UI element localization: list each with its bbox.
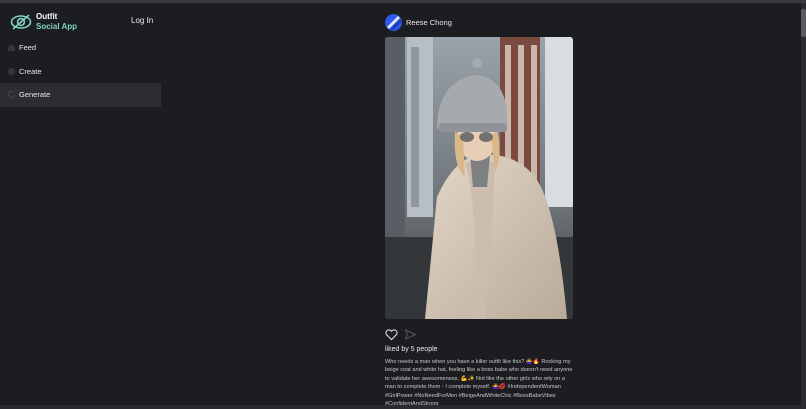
bottom-strip <box>0 405 806 409</box>
sidebar-item-create[interactable]: Create <box>0 60 161 84</box>
sidebar-item-label: Feed <box>19 43 37 53</box>
heart-icon[interactable] <box>385 328 398 341</box>
post-caption: Who needs a man when you have a killer o… <box>385 359 573 407</box>
sidebar-item-label: Generate <box>19 90 51 100</box>
brand-name-line2: Social App <box>36 22 78 31</box>
send-icon[interactable] <box>405 329 416 340</box>
sidebar-item-feed[interactable]: Feed <box>0 36 161 60</box>
brand-name: Outfit Social App <box>36 12 77 32</box>
brand-logo-link[interactable]: Outfit Social App <box>10 12 77 32</box>
brand-name-line1: Outfit <box>36 12 58 21</box>
home-icon <box>7 43 16 52</box>
scrollbar-thumb[interactable] <box>801 9 806 37</box>
scrollbar[interactable] <box>801 3 806 409</box>
avatar[interactable] <box>385 14 402 31</box>
plus-icon <box>7 67 16 76</box>
sidebar: Outfit Social App Log In Feed Create Gen… <box>0 3 161 409</box>
eye-logo-icon <box>10 14 32 30</box>
post-author-name[interactable]: Reese Chong <box>406 18 452 27</box>
post-photo[interactable] <box>385 37 573 319</box>
sidebar-item-generate[interactable]: Generate <box>0 83 161 107</box>
post-header: Reese Chong <box>385 13 575 32</box>
likes-count[interactable]: liked by 5 people <box>385 346 575 353</box>
login-link[interactable]: Log In <box>131 16 153 25</box>
post-actions <box>385 328 575 341</box>
sidebar-nav: Feed Create Generate <box>0 36 161 107</box>
feed-post: Reese Chong liked by 5 people Who needs … <box>385 13 575 408</box>
sidebar-item-label: Create <box>19 66 42 76</box>
refresh-icon <box>7 90 16 99</box>
